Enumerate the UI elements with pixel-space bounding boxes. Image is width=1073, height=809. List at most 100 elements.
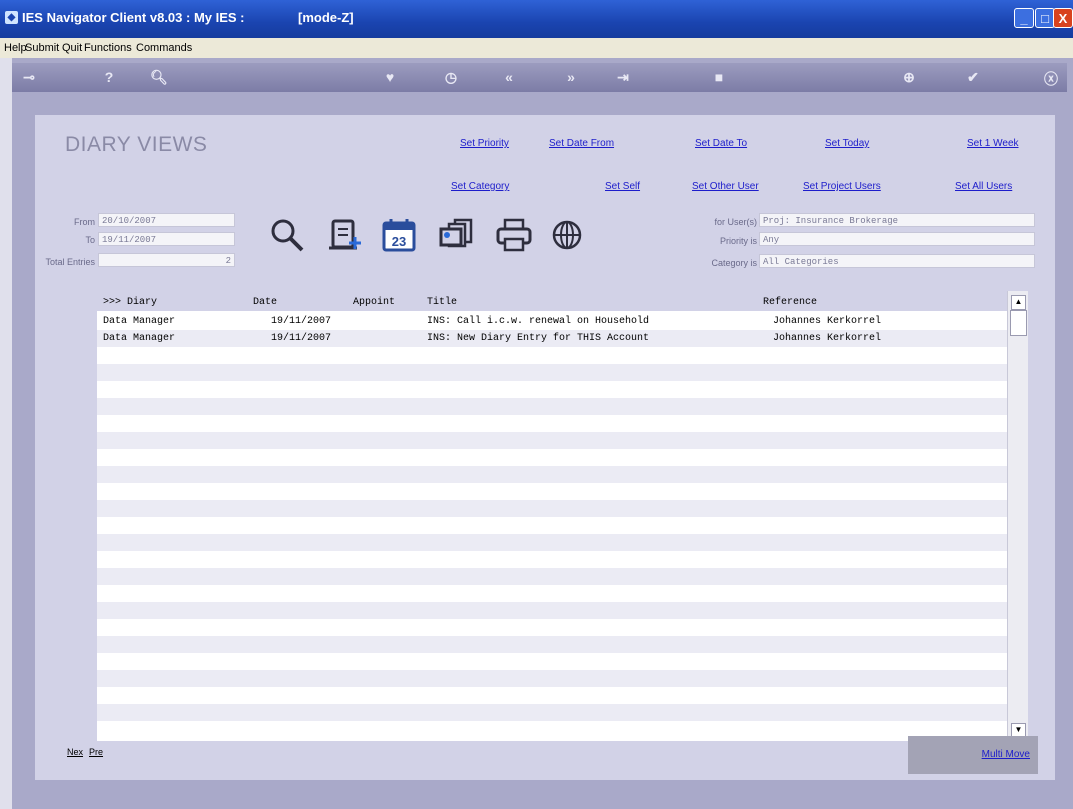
priority-field[interactable]: Any [759, 232, 1035, 246]
calendar-icon[interactable]: 23 [379, 215, 419, 255]
grid-stripe [61, 551, 1007, 568]
set-self-link[interactable]: Set Self [605, 181, 640, 192]
end-icon[interactable]: ⇥ [612, 69, 634, 86]
grid-stripe [61, 364, 1007, 381]
calendar-day: 23 [392, 234, 406, 249]
menu-help[interactable]: Help [4, 42, 27, 54]
date-cell: 19/11/2007 [271, 333, 332, 344]
grid-stripe [61, 381, 1007, 398]
multi-move-area: Multi Move [908, 736, 1038, 774]
multi-move-link[interactable]: Multi Move [982, 749, 1030, 760]
set-date-from-link[interactable]: Set Date From [549, 138, 614, 149]
category-label: Category is [711, 258, 757, 268]
minimize-button[interactable]: _ [1014, 8, 1034, 28]
total-entries-value: 2 [98, 253, 235, 267]
date-cell: 19/11/2007 [271, 316, 332, 327]
reference-cell: Johannes Kerkorrel [773, 333, 882, 344]
grid-stripe [61, 432, 1007, 449]
row-gutter [61, 311, 97, 741]
grid-stripe [61, 721, 1007, 738]
set-priority-link[interactable]: Set Priority [460, 138, 509, 149]
window-mode: [mode-Z] [298, 10, 354, 25]
printer-icon[interactable] [494, 215, 534, 255]
window-title: IES Navigator Client v8.03 : My IES : [22, 10, 245, 25]
title-bar: ◆ IES Navigator Client v8.03 : My IES : … [0, 0, 1073, 38]
grid-stripe [61, 602, 1007, 619]
for-users-label: for User(s) [714, 217, 758, 227]
diary-cell: Data Manager [103, 316, 176, 327]
grid-stripe [61, 415, 1007, 432]
scroll-thumb[interactable] [1010, 310, 1027, 336]
clock-icon[interactable]: ◷ [440, 69, 462, 86]
category-field[interactable]: All Categories [759, 254, 1035, 268]
total-entries-label: Total Entries [45, 257, 95, 267]
grid-stripe [61, 704, 1007, 721]
globe-icon[interactable] [547, 215, 587, 255]
menu-submit[interactable]: Submit [25, 42, 59, 54]
forward-icon[interactable]: » [560, 69, 582, 85]
menu-functions[interactable]: Functions [84, 42, 132, 54]
grid-stripe [61, 585, 1007, 602]
close-window-button[interactable]: X [1053, 8, 1073, 28]
set-category-link[interactable]: Set Category [451, 181, 509, 192]
grid-stripe [61, 670, 1007, 687]
key-icon[interactable]: ⊸ [18, 69, 40, 86]
col-diary-header[interactable]: >>> Diary [103, 297, 157, 308]
priority-label: Priority is [719, 236, 757, 246]
date-to-field[interactable]: 19/11/2007 [98, 232, 235, 246]
maximize-button[interactable]: □ [1035, 8, 1055, 28]
diary-views-panel: DIARY VIEWS Set Priority Set Date From S… [35, 115, 1055, 780]
diary-cell: Data Manager [103, 333, 176, 344]
grid-stripe [61, 483, 1007, 500]
previous-button[interactable]: Pre [89, 747, 103, 757]
search-icon[interactable] [268, 215, 308, 255]
set-other-user-link[interactable]: Set Other User [692, 181, 759, 192]
reference-cell: Johannes Kerkorrel [773, 316, 882, 327]
users-field[interactable]: Proj: Insurance Brokerage [759, 213, 1035, 227]
menu-commands[interactable]: Commands [136, 42, 192, 54]
title-cell: INS: New Diary Entry for THIS Account [427, 333, 650, 344]
grid-stripe [61, 500, 1007, 517]
vertical-scrollbar[interactable]: ▲ ▼ [1007, 291, 1028, 741]
to-label: To [85, 235, 95, 245]
heart-icon[interactable]: ♥ [379, 69, 401, 85]
close-icon[interactable]: ⓧ [1040, 69, 1062, 89]
menu-bar: Help Submit Quit Functions Commands [0, 38, 1073, 58]
grid-stripe [61, 449, 1007, 466]
grid-stripe [61, 568, 1007, 585]
table-row[interactable]: 1 Data Manager 19/11/2007 INS: Call i.c.… [61, 313, 1007, 330]
add-entry-icon[interactable] [325, 215, 365, 255]
stop-icon[interactable]: ■ [708, 69, 730, 85]
menu-quit[interactable]: Quit [62, 42, 82, 54]
col-title-header[interactable]: Title [427, 297, 457, 308]
set-date-to-link[interactable]: Set Date To [695, 138, 747, 149]
plus-icon[interactable]: ⊕ [898, 69, 920, 86]
search-icon[interactable]: 🔍︎ [148, 69, 170, 86]
next-button[interactable]: Nex [67, 747, 83, 757]
help-icon[interactable]: ? [98, 69, 120, 85]
grid-stripe [61, 398, 1007, 415]
rewind-icon[interactable]: « [498, 69, 520, 85]
grid-stripe [61, 619, 1007, 636]
grid-stripe [61, 653, 1007, 670]
col-reference-header[interactable]: Reference [763, 297, 817, 308]
title-cell: INS: Call i.c.w. renewal on Household [427, 316, 650, 327]
grid-header: >>> Diary Date Appoint Title Reference [61, 291, 1007, 311]
date-from-field[interactable]: 20/10/2007 [98, 213, 235, 227]
check-icon[interactable]: ✔ [962, 69, 984, 86]
grid-stripe [61, 687, 1007, 704]
grid-stripe [61, 636, 1007, 653]
set-project-users-link[interactable]: Set Project Users [803, 181, 881, 192]
set-1-week-link[interactable]: Set 1 Week [967, 138, 1019, 149]
from-label: From [74, 217, 95, 227]
left-strip [0, 58, 12, 809]
col-date-header[interactable]: Date [253, 297, 277, 308]
set-today-link[interactable]: Set Today [825, 138, 869, 149]
cards-icon[interactable] [437, 215, 477, 255]
scroll-up-icon[interactable]: ▲ [1011, 295, 1026, 310]
diary-grid: >>> Diary Date Appoint Title Reference 1… [61, 291, 1007, 741]
col-appoint-header[interactable]: Appoint [353, 297, 395, 308]
grid-stripe [61, 466, 1007, 483]
set-all-users-link[interactable]: Set All Users [955, 181, 1012, 192]
table-row[interactable]: 2 Data Manager 19/11/2007 INS: New Diary… [61, 330, 1007, 347]
